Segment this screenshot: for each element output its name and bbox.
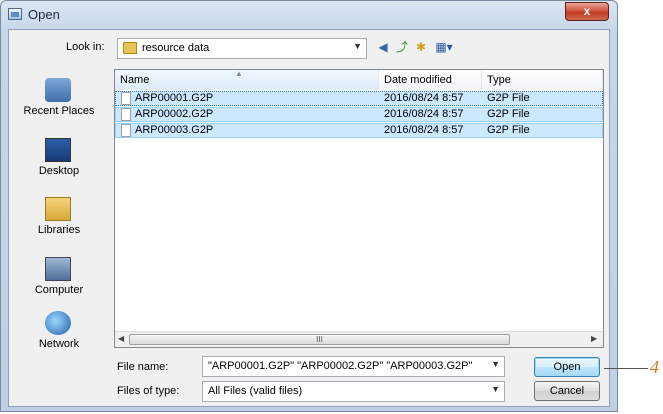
file-name: ARP00002.G2P — [135, 108, 214, 120]
dialog-title: Open — [28, 7, 60, 22]
file-name: ARP00003.G2P — [135, 124, 214, 136]
view-menu-icon[interactable]: ▦▾ — [433, 40, 455, 54]
chevron-down-icon[interactable]: ▼ — [353, 41, 362, 51]
up-folder-icon[interactable]: ⤴ — [395, 40, 409, 54]
place-label: Network — [38, 338, 80, 350]
callout-number: 4 — [650, 357, 659, 377]
column-header-name[interactable]: Name ▲ — [115, 69, 379, 90]
cancel-button[interactable]: Cancel — [534, 381, 600, 401]
file-icon — [121, 108, 131, 121]
file-date: 2016/08/24 8:57 — [384, 108, 464, 120]
filename-value[interactable]: "ARP00001.G2P" "ARP00002.G2P" "ARP00003.… — [208, 360, 472, 372]
place-libraries[interactable]: Libraries — [9, 197, 109, 249]
scrollbar-thumb[interactable]: III — [129, 334, 510, 345]
filename-combo[interactable]: "ARP00001.G2P" "ARP00002.G2P" "ARP00003.… — [202, 356, 505, 377]
scroll-right-icon[interactable]: ▶ — [591, 334, 597, 343]
file-type: G2P File — [487, 92, 530, 104]
file-icon — [121, 124, 131, 137]
lookin-value: resource data — [142, 42, 210, 54]
network-icon — [45, 311, 71, 335]
file-icon — [121, 92, 131, 105]
dialog-body: Look in: resource data ▼ ◀ ⤴ ✱ ▦▾ Recent… — [8, 29, 610, 407]
file-row[interactable]: ARP00001.G2P 2016/08/24 8:57 G2P File — [115, 91, 603, 106]
file-row[interactable]: ARP00003.G2P 2016/08/24 8:57 G2P File — [115, 123, 603, 138]
place-computer[interactable]: Computer — [9, 257, 109, 309]
computer-icon — [45, 257, 71, 281]
file-list[interactable]: Name ▲ Date modified Type ARP00001.G2P 2… — [114, 69, 604, 348]
back-icon[interactable]: ◀ — [376, 40, 390, 54]
place-desktop[interactable]: Desktop — [9, 138, 109, 190]
dialog-icon — [8, 8, 22, 20]
desktop-icon — [45, 138, 71, 162]
open-dialog: Open x Look in: resource data ▼ ◀ ⤴ ✱ ▦▾… — [0, 0, 618, 412]
place-label: Computer — [34, 284, 84, 296]
callout-line — [604, 368, 648, 369]
filename-label: File name: — [117, 361, 169, 373]
folder-icon — [123, 42, 137, 54]
title-bar[interactable]: Open x — [1, 1, 617, 29]
column-name-label: Name — [120, 74, 150, 86]
file-type: G2P File — [487, 124, 530, 136]
chevron-down-icon[interactable]: ▼ — [491, 384, 500, 394]
place-label: Desktop — [38, 165, 80, 177]
sort-ascending-icon: ▲ — [235, 69, 243, 78]
place-label: Recent Places — [23, 105, 95, 117]
filetype-label: Files of type: — [117, 385, 180, 397]
file-type: G2P File — [487, 108, 530, 120]
places-bar: Recent Places Desktop Libraries Computer… — [9, 69, 109, 366]
place-network[interactable]: Network — [9, 311, 109, 363]
filetype-combo[interactable]: All Files (valid files) ▼ — [202, 381, 505, 402]
chevron-down-icon[interactable]: ▼ — [491, 359, 500, 369]
filetype-value: All Files (valid files) — [208, 385, 303, 397]
file-date: 2016/08/24 8:57 — [384, 124, 464, 136]
lookin-combo[interactable]: resource data ▼ — [117, 38, 367, 59]
column-header-date[interactable]: Date modified — [379, 70, 482, 90]
place-label: Libraries — [37, 224, 81, 236]
libraries-icon — [45, 197, 71, 221]
file-name: ARP00001.G2P — [135, 92, 214, 104]
column-header-type[interactable]: Type — [482, 70, 603, 90]
file-row[interactable]: ARP00002.G2P 2016/08/24 8:57 G2P File — [115, 107, 603, 122]
lookin-label: Look in: — [66, 41, 105, 53]
recent-places-icon — [45, 78, 71, 102]
scrollbar-grip: III — [316, 335, 323, 344]
scroll-left-icon[interactable]: ◀ — [118, 334, 124, 343]
place-recent-places[interactable]: Recent Places — [9, 78, 109, 130]
open-button[interactable]: Open — [534, 357, 600, 377]
new-folder-icon[interactable]: ✱ — [414, 40, 428, 54]
horizontal-scrollbar[interactable]: ◀ III ▶ — [115, 331, 603, 347]
close-button[interactable]: x — [565, 2, 609, 21]
file-date: 2016/08/24 8:57 — [384, 92, 464, 104]
